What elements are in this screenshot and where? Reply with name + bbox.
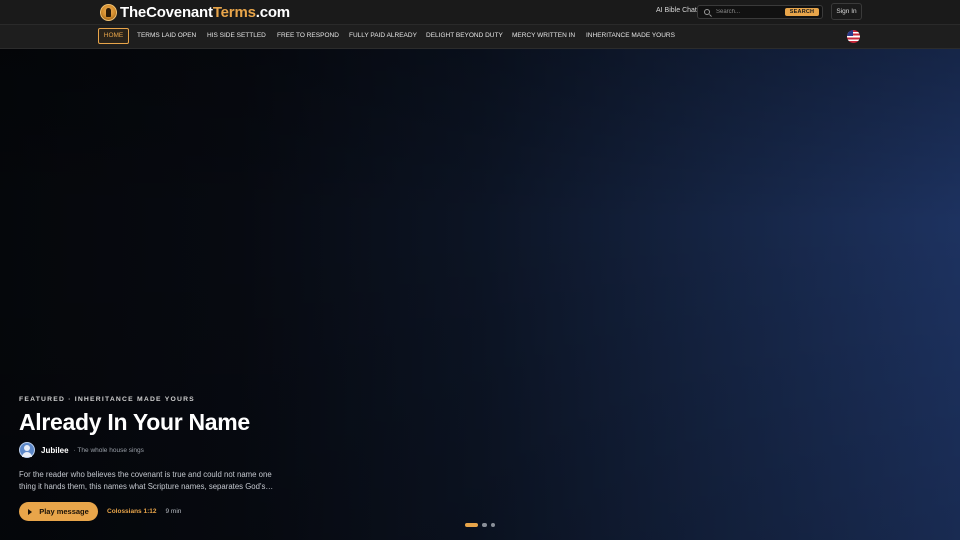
brand-part-2: Terms — [212, 4, 256, 21]
hero-title: Already In Your Name — [19, 409, 250, 435]
brand-wordmark: TheCovenantTerms.com — [120, 3, 290, 22]
scripture-reference[interactable]: Colossians 1:12 — [107, 508, 157, 515]
hero-actions: Play message Colossians 1:12 9 min — [19, 502, 319, 521]
hero-description: For the reader who believes the covenant… — [19, 470, 274, 491]
top-header: TheCovenantTerms.com AI Bible Chat SEARC… — [0, 0, 960, 25]
nav-item-mercy-written-in[interactable]: MERCY WRITTEN IN — [512, 28, 575, 44]
nav-item-terms-laid-open[interactable]: TERMS LAID OPEN — [137, 28, 196, 44]
brand-part-1: TheCovenant — [120, 4, 213, 21]
author-name[interactable]: Jubilee — [41, 446, 69, 455]
avatar — [19, 442, 35, 458]
brand-logo[interactable]: TheCovenantTerms.com — [100, 3, 290, 22]
search-icon — [704, 9, 710, 15]
ai-bible-chat-link[interactable]: AI Bible Chat — [656, 7, 697, 14]
sign-in-button[interactable]: Sign In — [831, 3, 862, 20]
carousel-dot[interactable] — [465, 523, 478, 527]
nav-item-delight-beyond-duty[interactable]: DELIGHT BEYOND DUTY — [426, 28, 503, 44]
us-flag-icon[interactable] — [847, 30, 860, 43]
brand-part-3: .com — [255, 4, 290, 21]
carousel-dot[interactable] — [482, 523, 487, 527]
play-button-label: Play message — [39, 507, 89, 516]
carousel-dot[interactable] — [491, 523, 495, 527]
logo-icon — [100, 4, 117, 21]
nav-item-his-side-settled[interactable]: HIS SIDE SETTLED — [207, 28, 266, 44]
play-message-button[interactable]: Play message — [19, 502, 98, 521]
author-row: Jubilee · The whole house sings — [19, 442, 319, 458]
search-input[interactable] — [716, 7, 780, 17]
play-icon — [28, 508, 33, 515]
nav-item-inheritance-made-yours[interactable]: INHERITANCE MADE YOURS — [586, 28, 675, 44]
search-button[interactable]: SEARCH — [785, 8, 819, 16]
hero-content: FEATURED · INHERITANCE MADE YOURS Alread… — [19, 396, 319, 521]
main-nav: HOME TERMS LAID OPEN HIS SIDE SETTLED FR… — [0, 25, 960, 49]
duration-label: 9 min — [165, 508, 182, 515]
nav-item-fully-paid-already[interactable]: FULLY PAID ALREADY — [349, 28, 417, 44]
nav-item-home[interactable]: HOME — [98, 28, 129, 44]
nav-item-free-to-respond[interactable]: FREE TO RESPOND — [277, 28, 339, 44]
search-box: SEARCH — [697, 5, 823, 19]
author-subtitle: · The whole house sings — [73, 446, 144, 454]
hero-eyebrow: FEATURED · INHERITANCE MADE YOURS — [19, 396, 195, 403]
